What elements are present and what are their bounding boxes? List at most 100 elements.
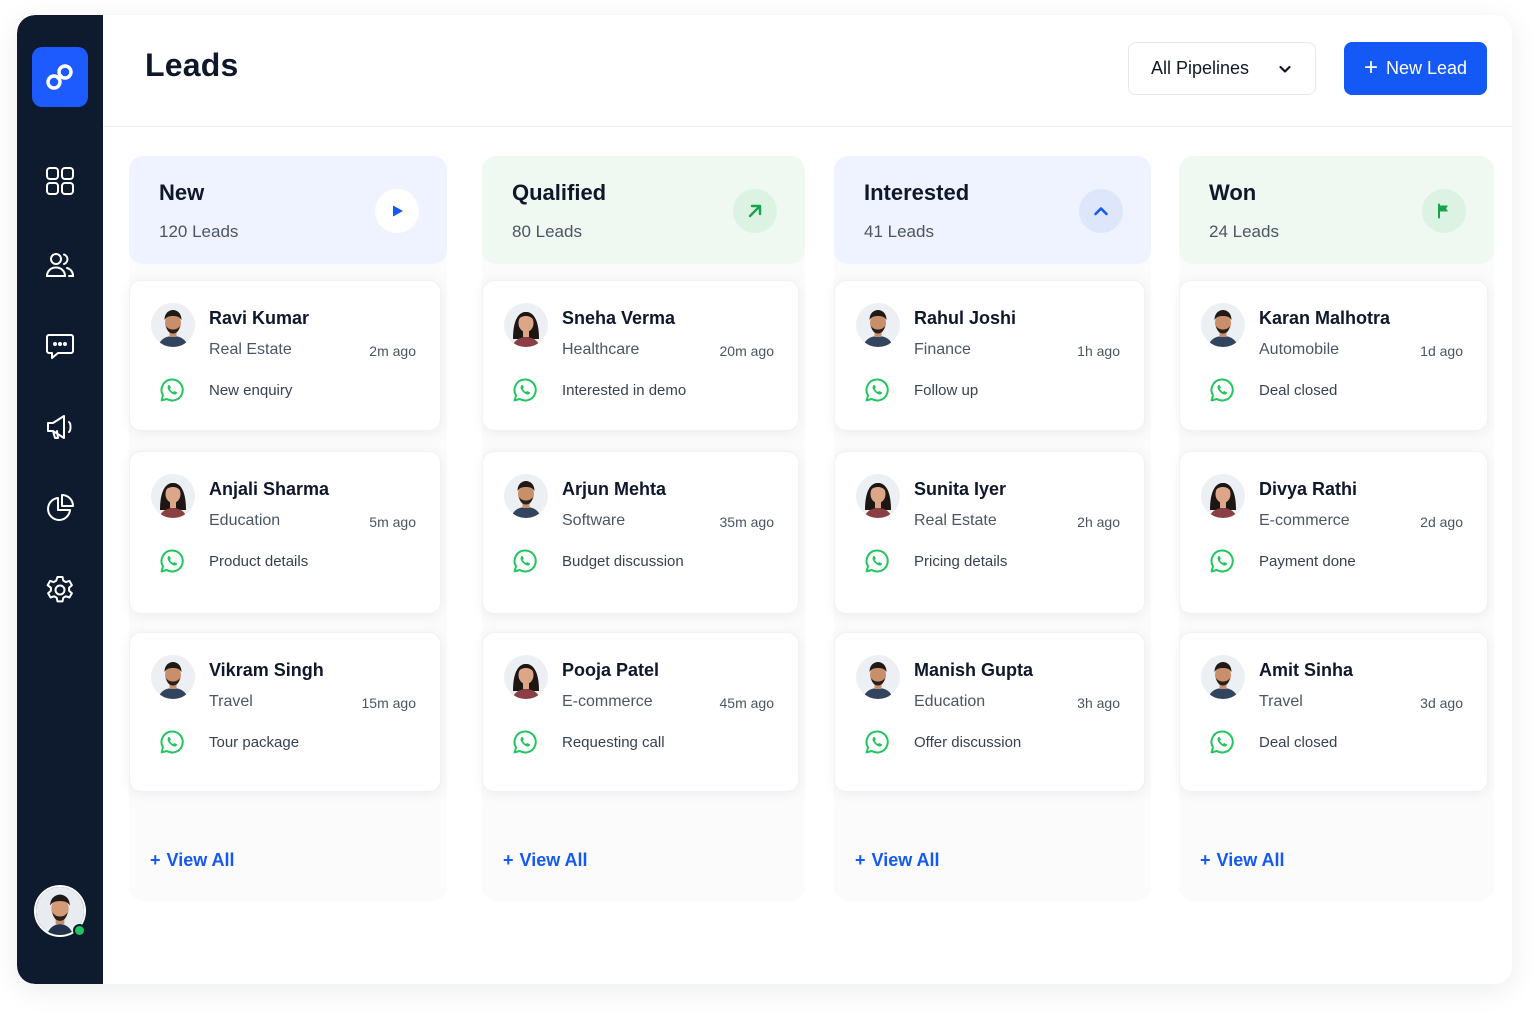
view-all-link[interactable]: + View All — [855, 850, 940, 871]
lead-industry: Software — [562, 512, 626, 529]
plus-icon: + — [503, 850, 514, 870]
user-profile[interactable] — [34, 885, 86, 937]
lead-card[interactable]: Ravi Kumar Real Estate 2m ago New enquir… — [129, 280, 441, 431]
column-action[interactable] — [1422, 189, 1466, 233]
column-action[interactable] — [375, 189, 419, 233]
lead-card[interactable]: Vikram Singh Travel 15m ago Tour package — [129, 632, 441, 792]
lead-last-message: Deal closed — [1259, 734, 1338, 751]
lead-card[interactable]: Sunita Iyer Real Estate 2h ago Pricing d… — [834, 451, 1145, 614]
view-all-link[interactable]: + View All — [1200, 850, 1285, 871]
lead-time: 3d ago — [1420, 695, 1463, 711]
lead-last-message: Pricing details — [914, 553, 1008, 570]
pipeline-column-new: New 120 Leads Ravi Kumar Real Estate 2m … — [129, 156, 447, 901]
lead-card[interactable]: Amit Sinha Travel 3d ago Deal closed — [1179, 632, 1488, 792]
lead-last-message: Budget discussion — [562, 553, 684, 570]
pipeline-select-value: All Pipelines — [1151, 58, 1250, 78]
lead-name: Sneha Verma — [562, 308, 676, 328]
lead-avatar — [856, 655, 900, 699]
lead-time: 2d ago — [1420, 514, 1463, 530]
whatsapp-icon — [159, 548, 185, 574]
plus-icon: + — [1363, 53, 1378, 81]
nav-settings[interactable] — [37, 567, 83, 613]
lead-industry: Travel — [209, 693, 253, 710]
column-header: Won 24 Leads — [1179, 156, 1494, 264]
lead-name: Anjali Sharma — [209, 479, 330, 499]
infinity-logo-icon — [46, 64, 73, 90]
lead-industry: Education — [209, 512, 281, 529]
whatsapp-icon — [1209, 548, 1235, 574]
brand-logo[interactable] — [32, 47, 88, 107]
column-header: Interested 41 Leads — [834, 156, 1151, 264]
lead-time: 35m ago — [719, 514, 774, 530]
lead-card[interactable]: Karan Malhotra Automobile 1d ago Deal cl… — [1179, 280, 1488, 431]
lead-name: Arjun Mehta — [562, 479, 667, 499]
column-header: Qualified 80 Leads — [482, 156, 805, 264]
lead-time: 45m ago — [719, 695, 774, 711]
lead-time: 2m ago — [369, 343, 416, 359]
whatsapp-icon — [1209, 729, 1235, 755]
lead-name: Rahul Joshi — [914, 308, 1017, 328]
lead-card[interactable]: Manish Gupta Education 3h ago Offer disc… — [834, 632, 1145, 792]
lead-name: Sunita Iyer — [914, 479, 1007, 499]
whatsapp-icon — [512, 548, 538, 574]
lead-avatar — [504, 474, 548, 518]
pie-chart-icon — [47, 494, 74, 521]
nav-campaigns[interactable] — [37, 404, 83, 450]
view-all-label: View All — [1216, 850, 1285, 870]
lead-avatar — [504, 655, 548, 699]
lead-card[interactable]: Pooja Patel E-commerce 45m ago Requestin… — [482, 632, 799, 792]
lead-avatar — [151, 655, 195, 699]
new-lead-label: New Lead — [1385, 58, 1468, 78]
lead-last-message: Offer discussion — [914, 734, 1022, 751]
lead-last-message: New enquiry — [209, 382, 293, 399]
settings-icon — [46, 576, 73, 603]
whatsapp-icon — [864, 548, 890, 574]
lead-name: Manish Gupta — [914, 660, 1034, 680]
whatsapp-icon — [864, 377, 890, 403]
plus-icon: + — [150, 850, 161, 870]
lead-time: 20m ago — [719, 343, 774, 359]
nav-messages[interactable] — [37, 323, 83, 369]
nav-dashboard[interactable] — [37, 158, 83, 204]
lead-time: 3h ago — [1077, 695, 1120, 711]
lead-card[interactable]: Sneha Verma Healthcare 20m ago Intereste… — [482, 280, 799, 431]
chevron-up-icon — [1092, 202, 1110, 220]
lead-time: 15m ago — [361, 695, 416, 711]
view-all-label: View All — [871, 850, 940, 870]
new-lead-button[interactable]: + New Lead — [1344, 42, 1487, 95]
nav-reports[interactable] — [37, 485, 83, 531]
pipeline-column-qualified: Qualified 80 Leads Sneha Verma Healthcar… — [482, 156, 805, 901]
top-bar: Leads All Pipelines + New Lead — [103, 15, 1512, 127]
column-action[interactable] — [733, 189, 777, 233]
lead-time: 5m ago — [369, 514, 416, 530]
view-all-link[interactable]: + View All — [150, 850, 235, 871]
column-header: New 120 Leads — [129, 156, 447, 264]
lead-card[interactable]: Anjali Sharma Education 5m ago Product d… — [129, 451, 441, 614]
lead-last-message: Product details — [209, 553, 309, 570]
column-action[interactable] — [1079, 189, 1123, 233]
lead-card[interactable]: Arjun Mehta Software 35m ago Budget disc… — [482, 451, 799, 614]
view-all-label: View All — [519, 850, 588, 870]
lead-card[interactable]: Divya Rathi E-commerce 2d ago Payment do… — [1179, 451, 1488, 614]
lead-avatar — [1201, 303, 1245, 347]
nav-contacts[interactable] — [37, 242, 83, 288]
lead-name: Vikram Singh — [209, 660, 324, 680]
lead-industry: Healthcare — [562, 341, 640, 358]
page-title: Leads — [145, 47, 239, 83]
view-all-link[interactable]: + View All — [503, 850, 588, 871]
pipeline-column-won: Won 24 Leads Karan Malhotra Automobile 1… — [1179, 156, 1494, 901]
whatsapp-icon — [512, 729, 538, 755]
lead-industry: Automobile — [1259, 341, 1340, 358]
lead-industry: Real Estate — [914, 512, 997, 529]
whatsapp-icon — [159, 377, 185, 403]
plus-icon: + — [1200, 850, 1211, 870]
lead-card[interactable]: Rahul Joshi Finance 1h ago Follow up — [834, 280, 1145, 431]
whatsapp-icon — [159, 729, 185, 755]
lead-avatar — [1201, 474, 1245, 518]
flag-icon — [1436, 203, 1452, 219]
lead-last-message: Payment done — [1259, 553, 1356, 570]
users-icon — [45, 253, 75, 277]
pipeline-select[interactable]: All Pipelines — [1128, 42, 1316, 95]
view-all-label: View All — [166, 850, 235, 870]
megaphone-icon — [47, 415, 72, 439]
